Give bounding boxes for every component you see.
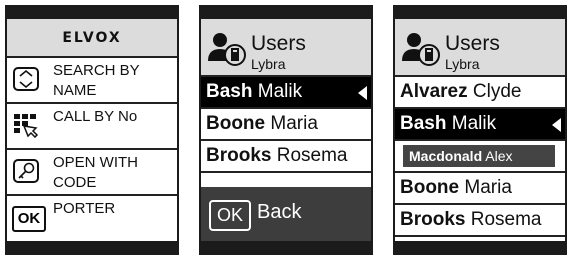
menu-item-open-with-code[interactable]: OPEN WITH CODE <box>7 150 177 196</box>
surname: Boone <box>206 113 266 134</box>
menu-label: PORTER <box>53 200 116 217</box>
list-item[interactable]: Brooks Rosema <box>201 141 371 173</box>
list-item-selected[interactable]: Bash Malik <box>395 109 565 141</box>
first-name: Rosema <box>276 145 348 166</box>
page-title: Users <box>251 32 306 55</box>
brand-logo: ELVOX <box>62 29 122 46</box>
surname: Brooks <box>400 209 466 230</box>
menu-item-call-by-number[interactable]: CALL BY No <box>7 104 177 150</box>
first-name: Maria <box>270 113 318 134</box>
list-item-selected[interactable]: Bash Malik <box>201 77 371 109</box>
surname: Bash <box>206 81 253 102</box>
first-name: Alex <box>485 148 513 164</box>
key-icon <box>13 159 39 183</box>
selection-arrow-icon <box>358 86 367 100</box>
user-directory-icon <box>208 33 246 66</box>
users-header: Users Lybra <box>201 19 371 77</box>
list-item[interactable]: Boone Maria <box>395 173 565 205</box>
footer-bar: OK Back <box>201 187 371 241</box>
users-list-screen: Users Lybra Bash Malik Boone Maria Brook… <box>199 5 373 255</box>
users-header: Users Lybra <box>395 19 565 77</box>
page-subtitle: Lybra <box>251 56 286 72</box>
menu-label: SEARCH BY NAME <box>53 62 140 99</box>
main-menu-screen: ELVOX SEARCH BY NAME CALL BY No OPEN WIT… <box>5 5 179 255</box>
page-subtitle: Lybra <box>445 56 480 72</box>
list-item[interactable]: Alvarez Clyde <box>395 77 565 109</box>
ok-icon: OK <box>12 206 46 232</box>
page-title: Users <box>445 32 500 55</box>
menu-label: OPEN WITH CODE <box>53 154 138 191</box>
surname: Macdonald <box>409 148 483 164</box>
surname: Boone <box>400 177 460 198</box>
list-item[interactable]: Brooks Rosema <box>395 205 565 237</box>
menu-label: CALL BY No <box>53 108 138 125</box>
first-name: Malik <box>257 81 303 102</box>
selection-arrow-icon <box>552 118 561 132</box>
scrolling-item-wrap: Macdonald Alex <box>395 141 565 173</box>
surname: Bash <box>400 113 447 134</box>
first-name: Malik <box>451 113 497 134</box>
surname: Alvarez <box>400 81 468 102</box>
user-directory-icon <box>402 33 440 66</box>
ok-key-icon[interactable]: OK <box>209 200 251 231</box>
list-item[interactable]: Boone Maria <box>201 109 371 141</box>
back-button[interactable]: Back <box>257 201 301 224</box>
first-name: Maria <box>464 177 512 198</box>
menu-item-search-by-name[interactable]: SEARCH BY NAME <box>7 58 177 104</box>
search-icon <box>13 67 39 91</box>
first-name: Rosema <box>470 209 542 230</box>
list-item-scrolling[interactable]: Macdonald Alex <box>403 145 555 167</box>
first-name: Clyde <box>472 81 522 102</box>
keypad-icon <box>14 114 39 138</box>
menu-item-porter[interactable]: OK PORTER <box>7 196 177 240</box>
surname: Brooks <box>206 145 272 166</box>
logo-bar: ELVOX <box>7 19 177 58</box>
users-list-scrolling-screen: Users Lybra Alvarez Clyde Bash Malik Mac… <box>393 5 567 255</box>
